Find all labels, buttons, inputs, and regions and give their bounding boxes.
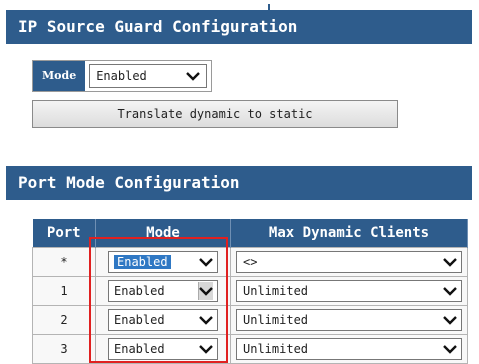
chevron-down-icon xyxy=(443,342,457,356)
select-value: Unlimited xyxy=(243,313,309,327)
select-value: Enabled xyxy=(114,342,165,356)
table-row: 3 Enabled Unlimited xyxy=(32,334,468,364)
mode-cell: Enabled xyxy=(95,276,231,306)
mode-cell: Enabled xyxy=(95,334,231,364)
select-value: Enabled xyxy=(114,255,171,269)
chevron-down-icon xyxy=(198,282,213,300)
max-clients-select[interactable]: Unlimited xyxy=(236,309,462,331)
chevron-down-icon xyxy=(199,342,213,356)
port-mode-select[interactable]: Enabled xyxy=(108,309,218,331)
port-mode-select[interactable]: Enabled xyxy=(108,251,218,273)
section-title: Port Mode Configuration xyxy=(18,173,240,192)
column-header-mode: Mode xyxy=(95,219,231,248)
column-header-max-dynamic-clients: Max Dynamic Clients xyxy=(230,219,468,248)
table-row: * Enabled <> xyxy=(32,247,468,277)
max-clients-select[interactable]: <> xyxy=(236,251,462,273)
chevron-down-icon xyxy=(199,255,213,269)
max-clients-select[interactable]: Unlimited xyxy=(236,338,462,360)
port-cell: 2 xyxy=(32,305,96,335)
port-cell: 3 xyxy=(32,334,96,364)
max-clients-cell: Unlimited xyxy=(230,305,468,335)
select-value: Unlimited xyxy=(243,284,309,298)
port-mode-header: Port Mode Configuration xyxy=(6,166,472,200)
port-mode-select[interactable]: Enabled xyxy=(108,280,218,302)
translate-dynamic-button[interactable]: Translate dynamic to static xyxy=(32,100,398,128)
port-cell: * xyxy=(32,247,96,277)
mode-cell: Enabled xyxy=(95,247,231,277)
port-mode-table: Port Mode Max Dynamic Clients * Enabled … xyxy=(32,219,468,364)
chevron-down-icon xyxy=(443,313,457,327)
ip-source-guard-header: IP Source Guard Configuration xyxy=(6,10,472,44)
global-mode-control: Mode Enabled xyxy=(32,60,213,92)
max-clients-cell: <> xyxy=(230,247,468,277)
chevron-down-icon xyxy=(443,255,457,269)
section-title: IP Source Guard Configuration xyxy=(18,17,298,36)
select-value: Enabled xyxy=(114,313,165,327)
select-value: <> xyxy=(243,255,258,269)
column-header-port: Port xyxy=(32,219,96,248)
max-clients-cell: Unlimited xyxy=(230,334,468,364)
table-row: 1 Enabled Unlimited xyxy=(32,276,468,306)
max-clients-cell: Unlimited xyxy=(230,276,468,306)
chevron-down-icon xyxy=(186,69,201,83)
chevron-down-icon xyxy=(199,313,213,327)
port-cell: 1 xyxy=(32,276,96,306)
table-row: 2 Enabled Unlimited xyxy=(32,305,468,335)
mode-label: Mode xyxy=(33,61,86,91)
global-mode-select[interactable]: Enabled xyxy=(89,64,208,88)
port-mode-select[interactable]: Enabled xyxy=(108,338,218,360)
max-clients-select[interactable]: Unlimited xyxy=(236,280,462,302)
select-value: Enabled xyxy=(114,284,165,298)
chevron-down-icon xyxy=(443,284,457,298)
mode-cell: Enabled xyxy=(95,305,231,335)
select-value: Unlimited xyxy=(243,342,309,356)
select-value: Enabled xyxy=(96,69,147,83)
